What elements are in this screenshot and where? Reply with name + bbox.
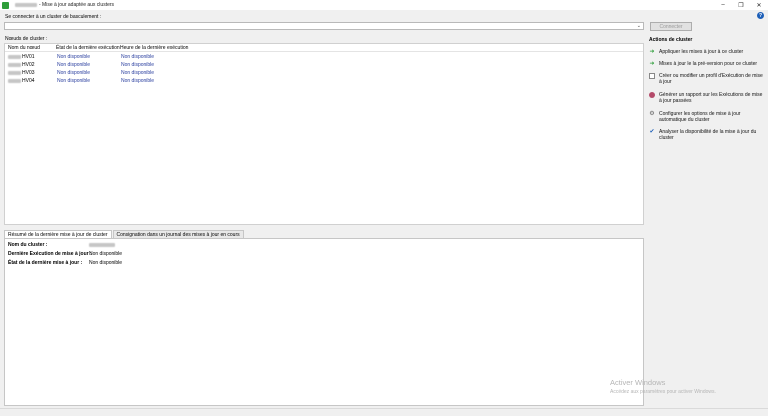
- minimize-button[interactable]: –: [714, 0, 732, 10]
- action-analyze-readiness[interactable]: ✔ Analyser la disponibilité de la mise à…: [649, 129, 764, 141]
- node-state: Non disponible: [57, 54, 91, 60]
- table-row[interactable]: HV02 Non disponible Non disponible: [5, 61, 643, 69]
- gear-icon: ⚙: [649, 111, 655, 117]
- action-apply-updates[interactable]: ➜ Appliquer les mises à jour à ce cluste…: [649, 49, 764, 55]
- summary-panel: Nom du cluster : Dernière Exécution de m…: [4, 238, 644, 406]
- cluster-name-label: Nom du cluster :: [8, 242, 48, 248]
- last-run-value: Non disponible: [89, 251, 123, 257]
- last-state-label: État de la dernière mise à jour :: [8, 260, 83, 266]
- maximize-button[interactable]: ❐: [732, 0, 750, 10]
- redacted-prefix: [8, 79, 21, 83]
- watermark-title: Activer Windows: [610, 378, 666, 387]
- report-icon: [649, 92, 655, 98]
- node-time: Non disponible: [121, 54, 155, 60]
- redacted-prefix: [8, 55, 21, 59]
- node-time: Non disponible: [121, 70, 155, 76]
- cluster-select[interactable]: ⌄: [4, 22, 644, 30]
- table-row[interactable]: HV03 Non disponible Non disponible: [5, 69, 643, 77]
- action-generate-report[interactable]: Générer un rapport sur les Exécutions de…: [649, 92, 764, 104]
- activate-windows-watermark: Activer Windows Accédez aux paramètres p…: [610, 378, 716, 395]
- help-icon[interactable]: ?: [757, 12, 764, 19]
- last-state-value: Non disponible: [89, 260, 123, 266]
- nodes-list-header: Nom du nœud État de la dernière exécutio…: [5, 44, 643, 52]
- node-state: Non disponible: [57, 70, 91, 76]
- last-run-label: Dernière Exécution de mise à jour :: [8, 251, 92, 257]
- status-bar: [0, 408, 768, 416]
- column-header-last-state[interactable]: État de la dernière exécution: [56, 45, 120, 51]
- redacted-prefix: [8, 63, 21, 67]
- action-run-profile[interactable]: Créer ou modifier un profil d'Exécution …: [649, 73, 764, 85]
- node-time: Non disponible: [121, 62, 155, 68]
- action-preview-updates[interactable]: ➜ Mises à jour le la pré-version pour ce…: [649, 61, 764, 67]
- connect-label: Se connecter à un cluster de basculement…: [5, 14, 102, 20]
- cluster-actions-title: Actions de cluster: [649, 37, 693, 43]
- play-icon: ➜: [649, 49, 655, 55]
- window-controls: – ❐ ✕: [714, 0, 768, 10]
- close-button[interactable]: ✕: [750, 0, 768, 10]
- node-name: HV03: [22, 70, 35, 76]
- chevron-down-icon[interactable]: ⌄: [637, 23, 641, 29]
- watermark-subtitle: Accédez aux paramètres pour activer Wind…: [610, 389, 716, 395]
- title-bar: - Mise à jour adaptée aux clusters – ❐ ✕: [0, 0, 768, 10]
- action-configure-self-update[interactable]: ⚙ Configurer les options de mise à jour …: [649, 111, 764, 123]
- redacted-cluster-name: [89, 243, 115, 247]
- redacted-prefix: [8, 71, 21, 75]
- checkmark-icon: ✔: [649, 129, 655, 135]
- column-header-node-name[interactable]: Nom du nœud: [8, 45, 40, 51]
- column-header-last-time[interactable]: Heure de la dernière exécution: [120, 45, 188, 51]
- nodes-list[interactable]: Nom du nœud État de la dernière exécutio…: [4, 43, 644, 225]
- node-name: HV04: [22, 78, 35, 84]
- table-row[interactable]: HV01 Non disponible Non disponible: [5, 53, 643, 61]
- table-row[interactable]: HV04 Non disponible Non disponible: [5, 77, 643, 85]
- nodes-label: Nœuds de cluster :: [5, 36, 48, 42]
- node-state: Non disponible: [57, 62, 91, 68]
- profile-document-icon: [649, 73, 655, 79]
- node-name: HV02: [22, 62, 35, 68]
- window-title: - Mise à jour adaptée aux clusters: [39, 2, 115, 8]
- redacted-hostname: [15, 3, 37, 7]
- node-state: Non disponible: [57, 78, 91, 84]
- preview-arrow-icon: ➜: [649, 61, 655, 67]
- app-icon: [2, 1, 9, 9]
- connect-button[interactable]: Connecter: [650, 22, 692, 31]
- node-name: HV01: [22, 54, 35, 60]
- node-time: Non disponible: [121, 78, 155, 84]
